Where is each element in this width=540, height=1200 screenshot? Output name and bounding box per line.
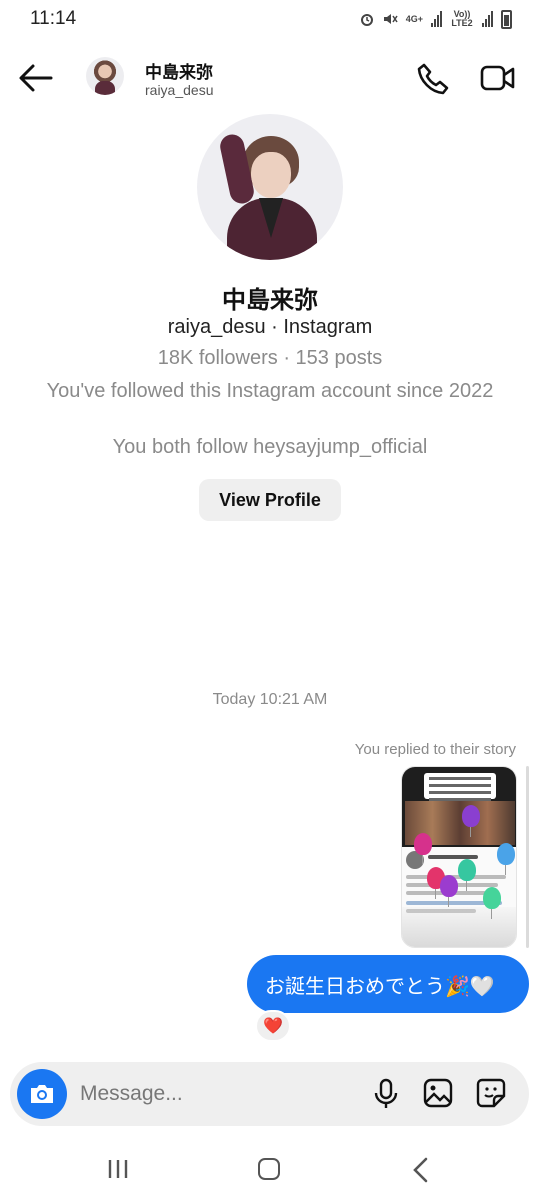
profile-follow-since: You've followed this Instagram account s…	[46, 380, 494, 402]
chat-header: 中島来弥 raiya_desu	[0, 40, 540, 116]
reply-indicator-bar	[526, 766, 529, 948]
header-username[interactable]: raiya_desu	[145, 82, 214, 98]
story-thumbnail[interactable]	[401, 766, 517, 948]
signal-icon	[431, 11, 442, 27]
avatar[interactable]	[86, 57, 124, 95]
message-text: お誕生日おめでとう🎉🤍	[265, 975, 495, 998]
video-camera-icon	[480, 65, 515, 91]
story-reply-note: You replied to their story	[354, 741, 516, 758]
status-time: 11:14	[30, 8, 77, 29]
nav-back-button[interactable]	[410, 1157, 432, 1183]
view-profile-button[interactable]: View Profile	[199, 479, 341, 521]
signal-icon-2	[482, 11, 493, 27]
sticker-icon	[476, 1078, 506, 1108]
microphone-icon	[374, 1078, 398, 1108]
network-4g-label: 4G+	[405, 13, 423, 24]
camera-icon	[31, 1085, 53, 1103]
profile-avatar[interactable]	[197, 114, 343, 260]
voice-call-button[interactable]	[416, 62, 450, 96]
recent-apps-icon	[108, 1160, 128, 1178]
back-arrow-icon	[19, 64, 53, 92]
back-button[interactable]	[18, 62, 54, 94]
video-call-button[interactable]	[480, 64, 516, 92]
gallery-icon	[423, 1078, 453, 1108]
profile-handle: raiya_desu · Instagram	[167, 316, 373, 338]
heart-reaction[interactable]: ❤️	[255, 1010, 291, 1042]
alarm-icon	[360, 9, 374, 29]
camera-button[interactable]	[17, 1069, 67, 1119]
profile-mutual-follow: You both follow heysayjump_official	[112, 436, 428, 458]
system-nav-bar	[0, 1140, 540, 1200]
gallery-button[interactable]	[423, 1078, 453, 1108]
profile-name: 中島来弥	[222, 287, 318, 314]
sticker-button[interactable]	[476, 1078, 506, 1108]
nav-back-icon	[413, 1157, 428, 1183]
recent-apps-button[interactable]	[106, 1158, 130, 1180]
profile-stats: 18K followers · 153 posts	[157, 347, 383, 369]
message-composer	[10, 1062, 529, 1126]
header-name[interactable]: 中島来弥	[145, 58, 213, 83]
battery-icon	[501, 9, 512, 29]
heart-icon: ❤️	[263, 1018, 283, 1035]
network-lte-label: Vo)) LTE2	[451, 9, 473, 28]
home-icon[interactable]	[258, 1158, 280, 1180]
sent-message-bubble[interactable]: お誕生日おめでとう🎉🤍	[247, 955, 529, 1013]
mute-icon	[382, 9, 398, 29]
microphone-button[interactable]	[372, 1078, 400, 1110]
status-bar: 11:14 4G+ Vo)) LTE2	[0, 0, 540, 40]
message-timestamp: Today 10:21 AM	[212, 691, 328, 708]
status-icons: 4G+ Vo)) LTE2	[360, 9, 512, 29]
message-input[interactable]	[80, 1076, 360, 1112]
phone-icon	[417, 63, 449, 95]
